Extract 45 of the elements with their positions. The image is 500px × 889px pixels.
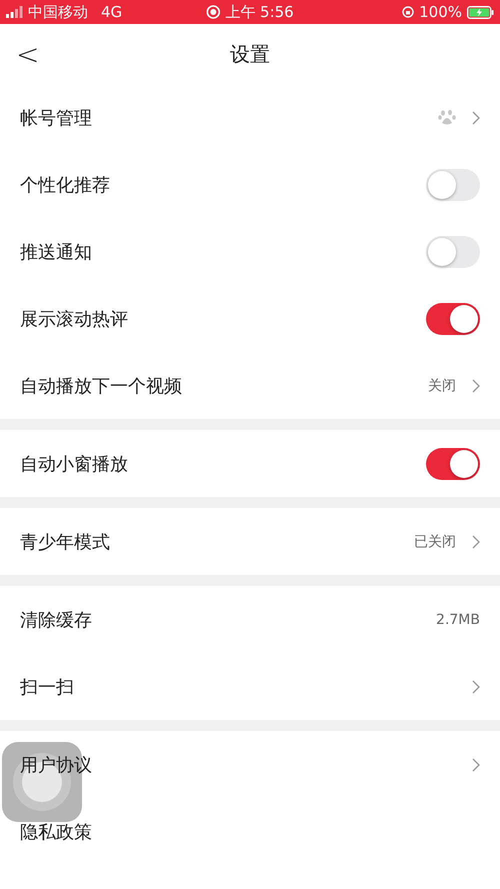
settings-row[interactable]: 展示滚动热评: [0, 285, 500, 352]
record-icon: [206, 5, 220, 19]
toggle-switch[interactable]: [426, 168, 480, 200]
chevron-right-icon: [472, 758, 480, 772]
settings-row[interactable]: 帐号管理: [0, 84, 500, 151]
battery-percent: 100%: [419, 3, 462, 21]
settings-row[interactable]: 用户协议: [0, 731, 500, 798]
settings-row[interactable]: 自动播放下一个视频 关闭: [0, 352, 500, 419]
signal-icon: [6, 6, 23, 18]
carrier: 中国移动: [28, 2, 88, 22]
setting-label: 帐号管理: [20, 106, 92, 130]
network-type: 4G: [101, 3, 122, 21]
setting-value: 关闭: [428, 376, 456, 394]
settings-row[interactable]: 清除缓存 2.7MB: [0, 586, 500, 653]
settings-row[interactable]: 隐私政策: [0, 798, 500, 865]
paw-icon: [438, 109, 456, 126]
setting-label: 推送通知: [20, 240, 92, 264]
settings-row[interactable]: 推送通知: [0, 218, 500, 285]
settings-row[interactable]: 自动小窗播放: [0, 430, 500, 497]
setting-value: 2.7MB: [436, 612, 480, 628]
chevron-right-icon: [472, 680, 480, 694]
setting-value: 已关闭: [414, 532, 456, 550]
page-title: 设置: [230, 40, 270, 68]
setting-label: 个性化推荐: [20, 174, 110, 196]
setting-label: 自动小窗播放: [20, 452, 128, 476]
chevron-right-icon: [472, 534, 480, 548]
clock: 上午 5:56: [225, 2, 294, 22]
rotation-lock-icon: [402, 6, 414, 18]
settings-row[interactable]: 扫一扫: [0, 653, 500, 720]
setting-label: 用户协议: [20, 754, 92, 776]
setting-label: 自动播放下一个视频: [20, 374, 182, 398]
settings-row[interactable]: 青少年模式 已关闭: [0, 508, 500, 575]
setting-label: 扫一扫: [20, 676, 74, 698]
battery-charging-icon: [467, 6, 494, 18]
setting-label: 隐私政策: [20, 820, 92, 844]
setting-label: 青少年模式: [20, 530, 110, 554]
chevron-right-icon: [472, 378, 480, 392]
setting-label: 清除缓存: [20, 608, 92, 632]
setting-label: 展示滚动热评: [20, 308, 128, 330]
toggle-switch[interactable]: [426, 448, 480, 480]
toggle-switch[interactable]: [426, 302, 480, 334]
back-button[interactable]: <: [10, 34, 46, 75]
chevron-right-icon: [472, 110, 480, 124]
settings-row[interactable]: 个性化推荐: [0, 151, 500, 218]
toggle-switch[interactable]: [426, 236, 480, 268]
